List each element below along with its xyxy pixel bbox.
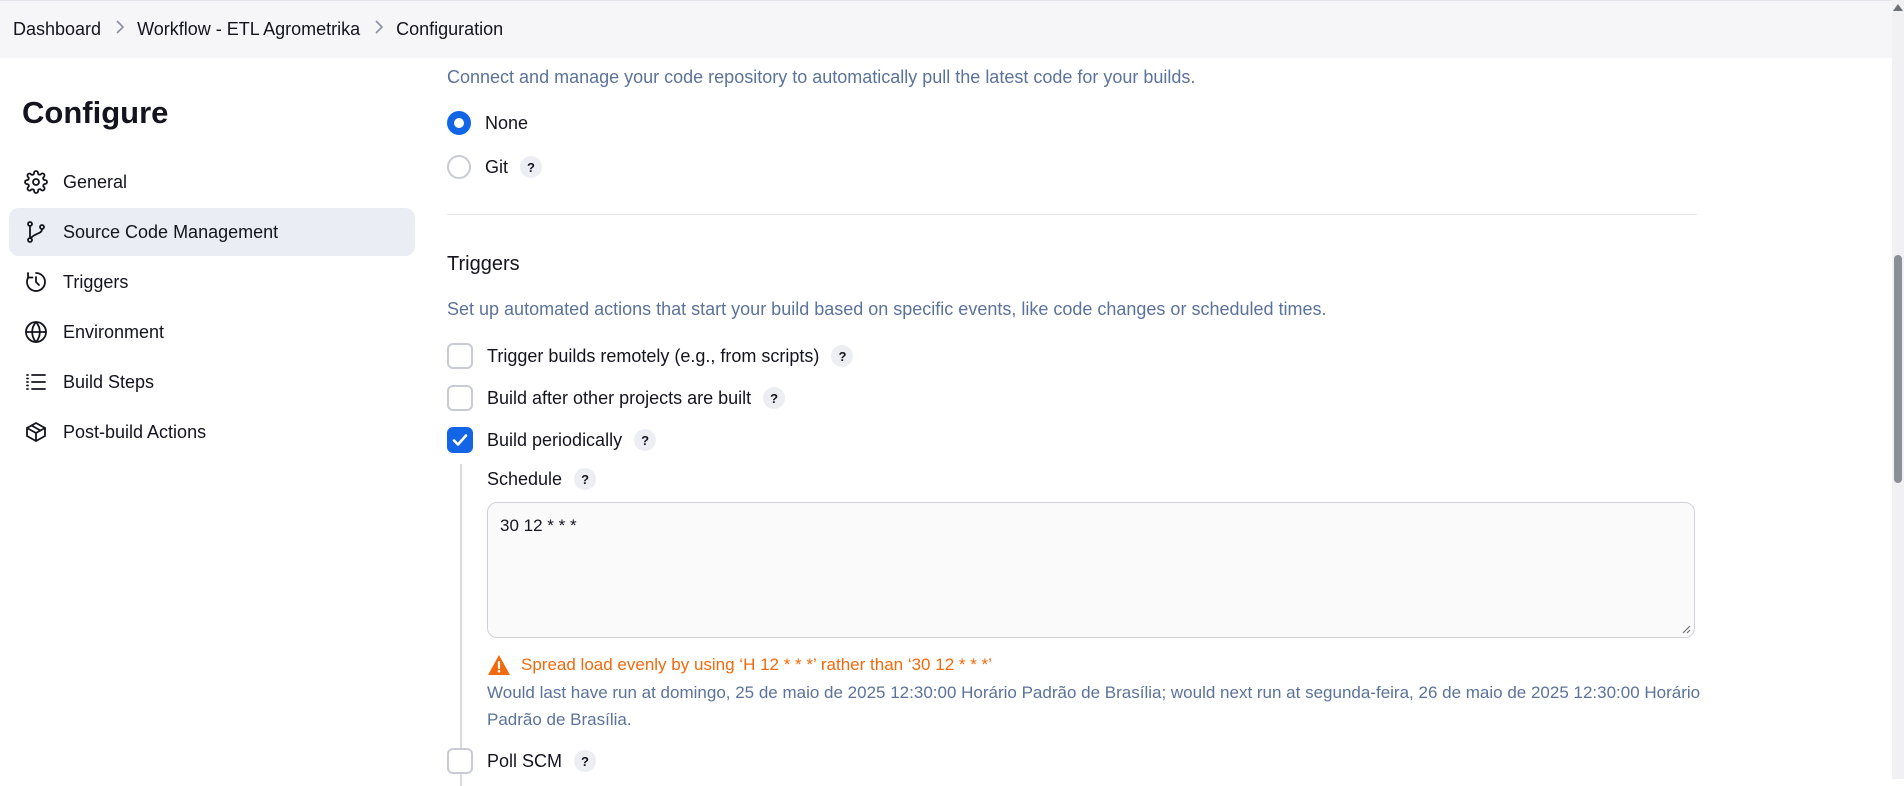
radio-none[interactable] bbox=[447, 111, 471, 135]
help-icon[interactable]: ? bbox=[520, 156, 543, 178]
schedule-warning: Spread load evenly by using ‘H 12 * * *’… bbox=[487, 654, 992, 676]
help-icon[interactable]: ? bbox=[634, 429, 657, 451]
triggers-description: Set up automated actions that start your… bbox=[447, 299, 1327, 319]
warning-icon bbox=[488, 655, 510, 675]
schedule-input[interactable]: 30 12 * * * bbox=[487, 502, 1695, 638]
globe-icon bbox=[23, 319, 49, 345]
section-divider bbox=[447, 214, 1697, 215]
help-icon[interactable]: ? bbox=[763, 387, 786, 409]
checkbox-trigger-remote[interactable] bbox=[447, 343, 473, 369]
scm-option-git[interactable]: Git ? bbox=[447, 155, 543, 179]
schedule-value: 30 12 * * * bbox=[500, 516, 577, 535]
trigger-poll-scm[interactable]: Poll SCM ? bbox=[447, 748, 597, 774]
sidebar-item-build-steps[interactable]: Build Steps bbox=[9, 358, 415, 406]
help-icon[interactable]: ? bbox=[574, 750, 597, 772]
checkmark-icon bbox=[452, 434, 468, 446]
scrollbar-thumb[interactable] bbox=[1894, 255, 1902, 483]
sidebar-item-general[interactable]: General bbox=[9, 158, 415, 206]
schedule-label: Schedule bbox=[487, 468, 563, 489]
radio-label: None bbox=[485, 112, 529, 133]
git-branch-icon bbox=[23, 219, 49, 245]
breadcrumb-workflow[interactable]: Workflow - ETL Agrometrika bbox=[137, 19, 360, 40]
sidebar-item-label: Environment bbox=[63, 321, 165, 342]
warning-text: Spread load evenly by using ‘H 12 * * *’… bbox=[521, 655, 992, 674]
checkbox-build-periodically[interactable] bbox=[447, 427, 473, 453]
schedule-label-row: Schedule ? bbox=[487, 468, 597, 490]
breadcrumb: Dashboard Workflow - ETL Agrometrika Con… bbox=[0, 0, 1892, 58]
trigger-after-other[interactable]: Build after other projects are built ? bbox=[447, 385, 786, 411]
help-icon[interactable]: ? bbox=[831, 345, 854, 367]
checkbox-label: Trigger builds remotely (e.g., from scri… bbox=[487, 345, 820, 366]
sidebar-item-environment[interactable]: Environment bbox=[9, 308, 415, 356]
scm-option-none[interactable]: None bbox=[447, 111, 528, 135]
sidebar-nav: General Source Code Management Triggers … bbox=[9, 158, 415, 458]
checkbox-poll-scm[interactable] bbox=[447, 748, 473, 774]
checkbox-label: Build periodically bbox=[487, 429, 623, 450]
sidebar-item-label: Post-build Actions bbox=[63, 421, 207, 442]
nested-indent-line bbox=[460, 464, 462, 786]
checkbox-build-after-other[interactable] bbox=[447, 385, 473, 411]
sidebar-item-label: Source Code Management bbox=[63, 221, 279, 242]
list-icon bbox=[23, 369, 49, 395]
page-title: Configure bbox=[22, 95, 169, 130]
triggers-title: Triggers bbox=[447, 253, 520, 275]
sidebar-item-label: Triggers bbox=[63, 271, 129, 292]
scroll-up-icon[interactable] bbox=[1893, 4, 1903, 11]
schedule-info: Would last have run at domingo, 25 de ma… bbox=[487, 683, 1701, 729]
clock-icon bbox=[23, 269, 49, 295]
breadcrumb-dashboard[interactable]: Dashboard bbox=[0, 19, 101, 40]
sidebar-item-label: Build Steps bbox=[63, 371, 155, 392]
sidebar-item-triggers[interactable]: Triggers bbox=[9, 258, 415, 306]
package-icon bbox=[23, 419, 49, 445]
gear-icon bbox=[23, 169, 49, 195]
radio-git[interactable] bbox=[447, 155, 471, 179]
chevron-right-icon bbox=[374, 20, 384, 39]
checkbox-label: Build after other projects are built bbox=[487, 387, 752, 408]
radio-label: Git bbox=[485, 156, 509, 177]
trigger-build-periodically[interactable]: Build periodically ? bbox=[447, 427, 657, 453]
chevron-right-icon bbox=[115, 20, 125, 39]
checkbox-label: Poll SCM bbox=[487, 750, 563, 771]
breadcrumb-configuration[interactable]: Configuration bbox=[396, 19, 503, 40]
sidebar-item-source-code-management[interactable]: Source Code Management bbox=[9, 208, 415, 256]
scm-description: Connect and manage your code repository … bbox=[447, 67, 1196, 87]
resize-grip-icon[interactable] bbox=[1681, 624, 1691, 634]
help-icon[interactable]: ? bbox=[574, 468, 597, 490]
sidebar-item-label: General bbox=[63, 171, 128, 192]
trigger-remote[interactable]: Trigger builds remotely (e.g., from scri… bbox=[447, 343, 854, 369]
sidebar-item-post-build-actions[interactable]: Post-build Actions bbox=[9, 408, 415, 456]
